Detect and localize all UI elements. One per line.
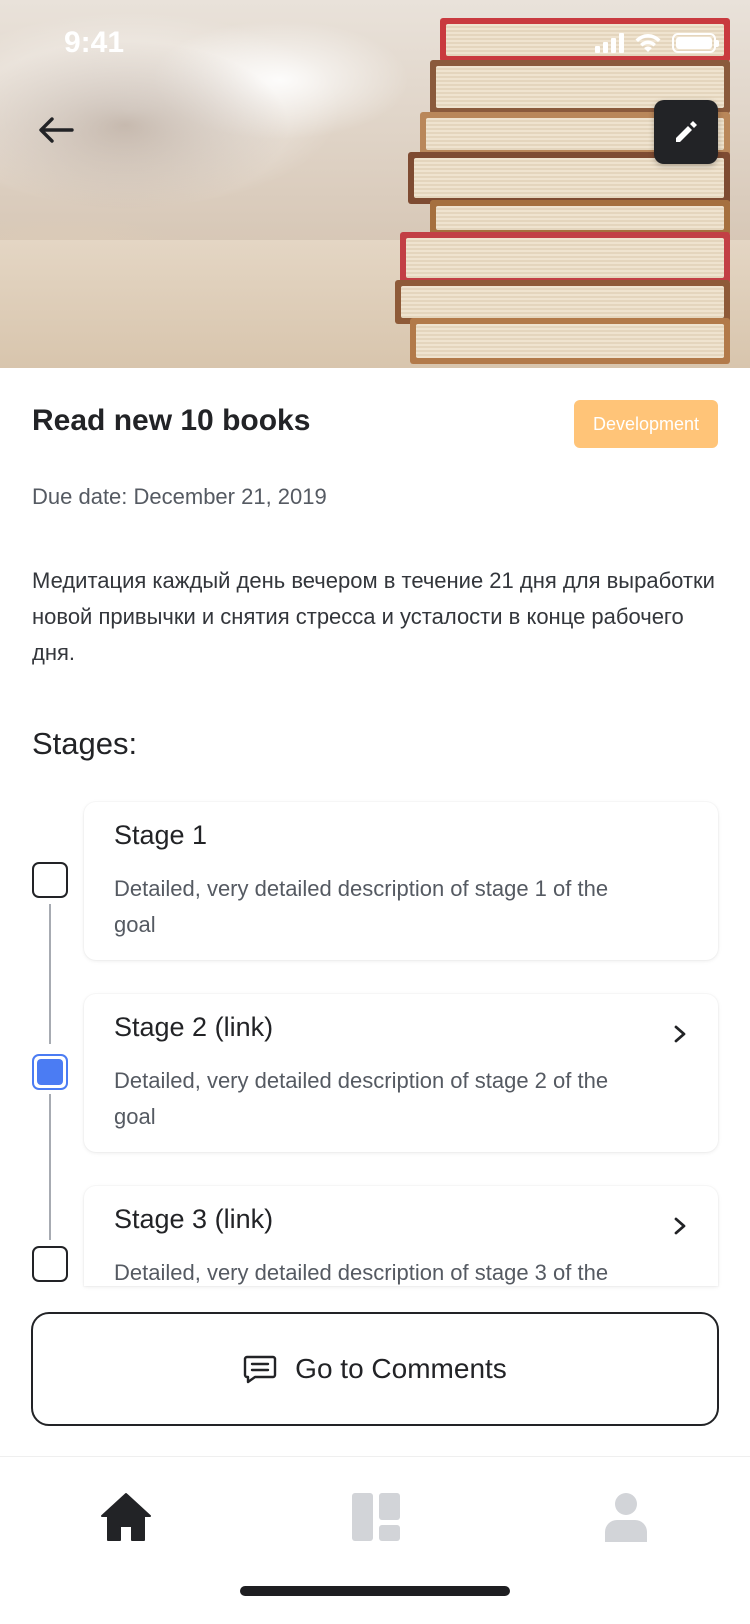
stage-1-checkbox[interactable] [32,862,68,898]
comment-icon [243,1355,277,1384]
stage-description: Detailed, very detailed description of s… [114,1260,609,1285]
home-indicator [240,1586,510,1596]
arrow-left-icon [39,117,74,143]
stage-title: Stage 2 (link) [114,1012,274,1042]
tab-home[interactable] [96,1487,156,1547]
go-to-comments-label: Go to Comments [295,1353,507,1384]
goal-title: Read new 10 books [32,404,311,437]
stage-card-1: Stage 1 Detailed, very detailed descript… [84,802,718,960]
dashboard-icon [352,1493,400,1541]
timeline-line [49,1094,51,1240]
stage-card-3[interactable]: Stage 3 (link) Detailed, very detailed d… [84,1186,718,1286]
header-image: 9:41 [0,0,750,368]
stage-title: Stage 1 [114,820,208,850]
timeline-line [49,904,51,1044]
chevron-right-icon [674,1025,686,1043]
stage-description: Detailed, very detailed description of s… [114,876,609,937]
category-badge: Development [574,400,718,448]
home-icon [101,1493,151,1541]
signal-icon [595,33,624,53]
stage-2-checkbox[interactable] [32,1054,68,1090]
edit-button[interactable] [654,100,718,164]
tab-bar [0,1456,750,1624]
wifi-icon [635,34,661,52]
stage-description: Detailed, very detailed description of s… [114,1068,609,1129]
stage-title: Stage 3 (link) [114,1204,274,1234]
back-button[interactable] [34,108,78,152]
status-time: 9:41 [64,26,125,59]
stages-heading: Stages: [32,726,138,761]
tab-profile[interactable] [596,1487,656,1547]
goal-description: Медитация каждый день вечером в течение … [32,568,715,665]
chevron-right-icon [674,1217,686,1235]
profile-icon [605,1493,647,1542]
stage-card-2[interactable]: Stage 2 (link) Detailed, very detailed d… [84,994,718,1152]
pencil-icon [676,121,697,142]
tab-dashboard[interactable] [346,1487,406,1547]
status-icons [595,32,719,53]
battery-icon [672,33,719,53]
due-date: Due date: December 21, 2019 [32,484,327,509]
stage-3-checkbox[interactable] [32,1246,68,1282]
go-to-comments-button[interactable]: Go to Comments [31,1312,719,1426]
